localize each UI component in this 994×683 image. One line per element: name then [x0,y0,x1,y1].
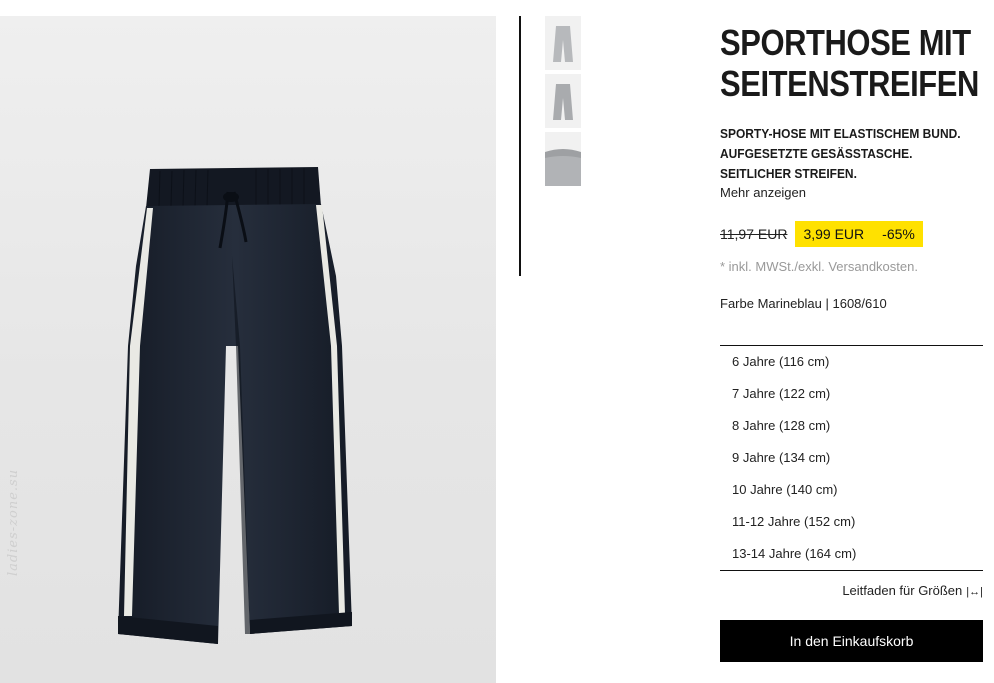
description-line: SEITLICHER STREIFEN. [720,166,857,181]
description-line: SPORTY-HOSE MIT ELASTISCHEM BUND. [720,126,961,141]
discount-percent: -65% [882,226,915,242]
size-list: 6 Jahre (116 cm) 7 Jahre (122 cm) 8 Jahr… [720,345,983,571]
old-price: 11,97 EUR [720,226,788,242]
product-title: SPORTHOSE MIT SEITENSTREIFEN [720,22,979,104]
size-option[interactable]: 11-12 Jahre (152 cm) [720,506,983,538]
price-row: 11,97 EUR 3,99 EUR -65% [720,221,984,247]
product-info: SPORTHOSE MIT SEITENSTREIFEN SPORTY-HOSE… [720,22,984,311]
size-option[interactable]: 6 Jahre (116 cm) [720,346,983,378]
size-option[interactable]: 9 Jahre (134 cm) [720,442,983,474]
show-more-link[interactable]: Mehr anzeigen [720,185,984,200]
size-guide-label: Leitfaden für Größen [842,583,963,598]
watermark: ladies-zone.su [6,468,21,576]
sale-price: 3,99 EUR [803,226,865,242]
thumbnail-front[interactable] [545,16,581,70]
size-option[interactable]: 7 Jahre (122 cm) [720,378,983,410]
thumbnail-list [545,16,581,190]
description-line: AUFGESETZTE GESÄSSTASCHE. [720,146,913,161]
size-option[interactable]: 10 Jahre (140 cm) [720,474,983,506]
thumbnail-detail[interactable] [545,132,581,186]
tax-note: * inkl. MWSt./exkl. Versandkosten. [720,259,918,274]
product-description: SPORTY-HOSE MIT ELASTISCHEM BUND. AUFGES… [720,124,963,184]
thumbnail-back[interactable] [545,74,581,128]
color-info: Farbe Marineblau | 1608/610 [720,296,887,311]
add-to-cart-button[interactable]: In den Einkaufskorb [720,620,983,662]
vertical-divider [519,16,521,276]
title-line-2: SEITENSTREIFEN [720,63,979,104]
title-line-1: SPORTHOSE MIT [720,22,971,63]
ruler-icon: |↔| [966,586,983,598]
product-main-image[interactable]: ladies-zone.su [0,16,496,683]
size-option[interactable]: 8 Jahre (128 cm) [720,410,983,442]
sale-price-badge: 3,99 EUR -65% [795,221,923,247]
size-option[interactable]: 13-14 Jahre (164 cm) [720,538,983,570]
size-guide-link[interactable]: Leitfaden für Größen |↔| [720,583,983,598]
